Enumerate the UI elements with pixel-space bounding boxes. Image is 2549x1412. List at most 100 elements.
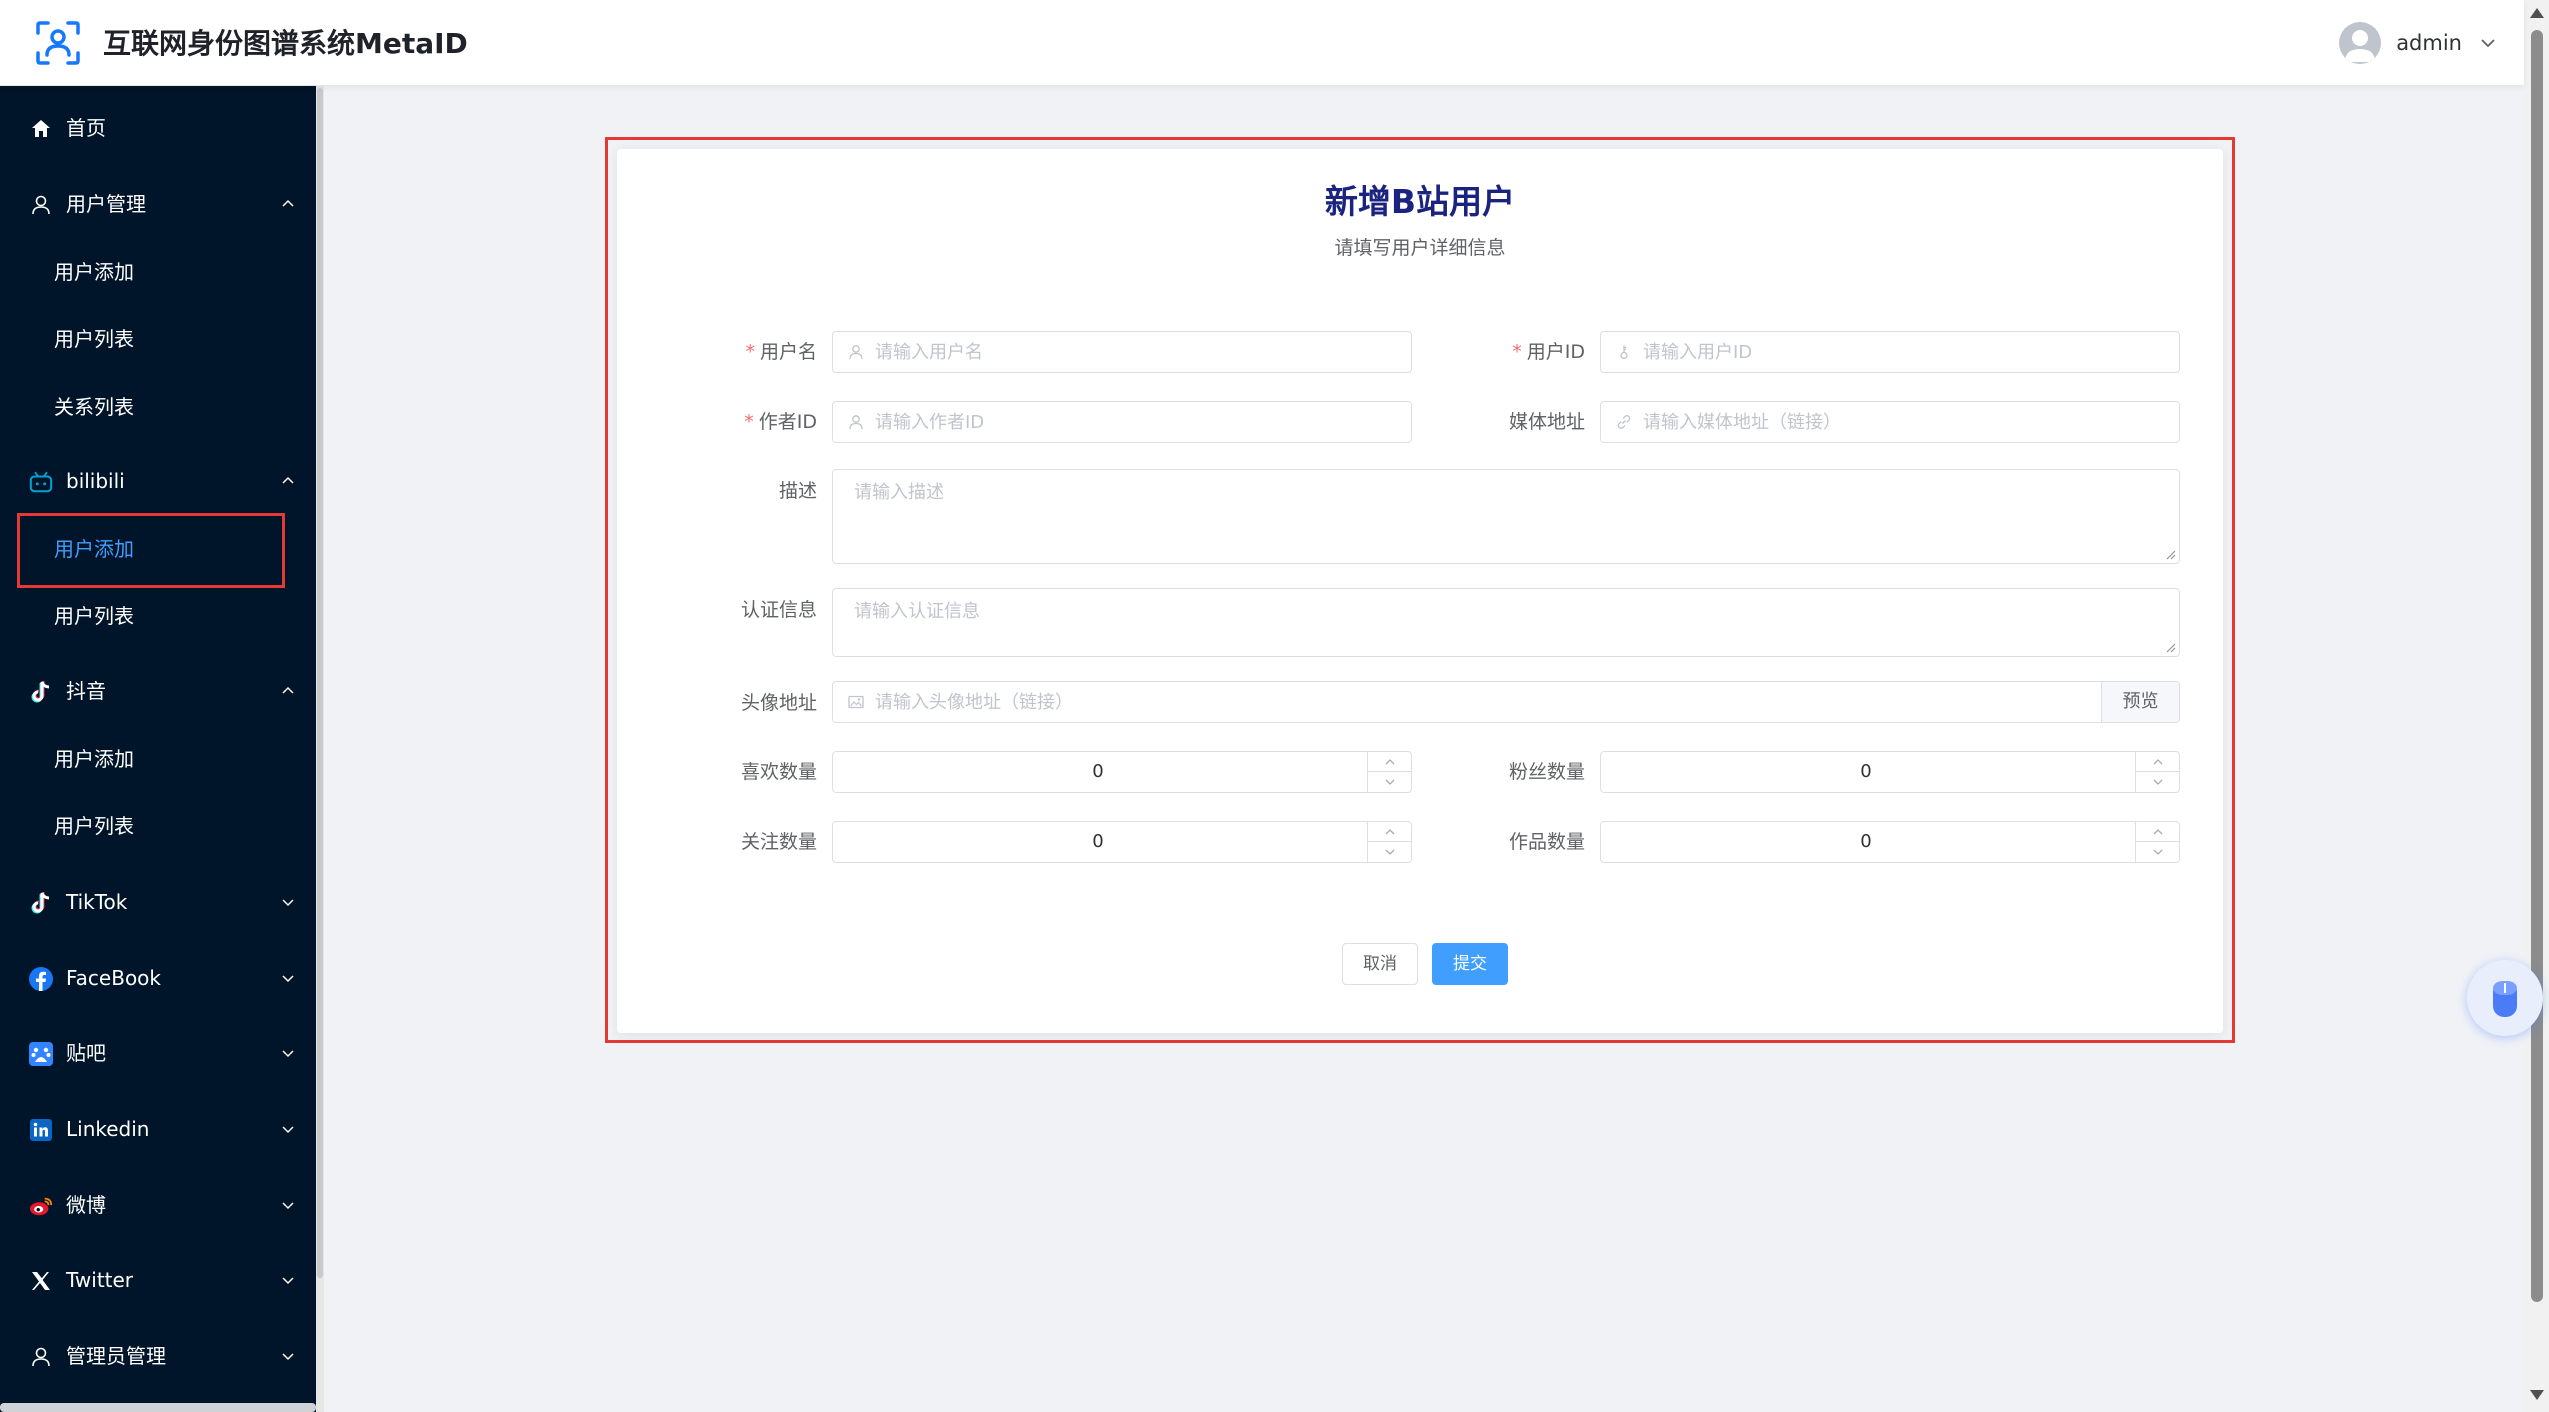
avatar-url-input[interactable]: 预览 (832, 681, 2180, 723)
facebook-icon (29, 967, 53, 991)
preview-button[interactable]: 预览 (2101, 682, 2179, 722)
sidebar-item-twitter[interactable]: Twitter (0, 1250, 316, 1310)
following-number-input[interactable]: 0 (832, 821, 1412, 863)
decrement-chevron-down-icon[interactable] (1368, 772, 1411, 792)
sidebar-item-label: bilibili (66, 469, 125, 493)
fans-number-input[interactable]: 0 (1600, 751, 2180, 793)
avatar-url-label: 头像地址 (740, 692, 817, 714)
user-name[interactable]: admin (2396, 31, 2462, 55)
sidebar-item-user-management[interactable]: 用户管理 (0, 174, 316, 234)
required-asterisk: * (745, 341, 755, 363)
author-id-label: * 作者ID (744, 411, 817, 433)
sidebar-subitem-label: 用户列表 (54, 604, 134, 628)
likes-number-input[interactable]: 0 (832, 751, 1412, 793)
home-icon (29, 117, 53, 141)
link-icon (1615, 413, 1633, 431)
description-textarea[interactable] (832, 469, 2180, 564)
required-asterisk: * (1512, 341, 1522, 363)
sidebar-item-tiktok[interactable]: TikTok (0, 872, 316, 932)
decrement-chevron-down-icon[interactable] (1368, 842, 1411, 862)
following-value[interactable]: 0 (833, 822, 1363, 862)
sidebar-subitem-user-list[interactable]: 用户列表 (0, 309, 316, 369)
sidebar-item-bilibili[interactable]: bilibili (0, 451, 316, 511)
user-id-field[interactable] (1643, 341, 2106, 363)
description-field[interactable] (833, 470, 2179, 563)
decrement-chevron-down-icon[interactable] (2136, 842, 2179, 862)
user-icon (29, 193, 53, 217)
sidebar-subitem-label: 用户添加 (54, 747, 134, 771)
username-input[interactable] (832, 331, 1412, 373)
image-icon (847, 693, 865, 711)
fans-value[interactable]: 0 (1601, 752, 2131, 792)
decrement-chevron-down-icon[interactable] (2136, 772, 2179, 792)
media-url-label: 媒体地址 (1508, 411, 1585, 433)
certification-label: 认证信息 (740, 599, 817, 621)
sidebar-item-label: 首页 (66, 116, 106, 140)
username-field[interactable] (875, 341, 1338, 363)
increment-chevron-up-icon[interactable] (2136, 752, 2179, 772)
resize-grip-icon[interactable] (2166, 643, 2176, 653)
top-header: 互联网身份图谱系统MetaID admin (0, 0, 2524, 86)
sidebar-item-tieba[interactable]: 贴吧 (0, 1023, 316, 1083)
sidebar-item-home[interactable]: 首页 (0, 98, 316, 158)
sidebar-subitem-user-add[interactable]: 用户添加 (0, 242, 316, 302)
works-value[interactable]: 0 (1601, 822, 2131, 862)
likes-stepper[interactable] (1367, 752, 1411, 792)
tiktok-icon (29, 891, 53, 915)
increment-chevron-up-icon[interactable] (1368, 822, 1411, 842)
increment-chevron-up-icon[interactable] (1368, 752, 1411, 772)
sidebar-scrollbar[interactable] (316, 86, 324, 1412)
sidebar-item-douyin[interactable]: 抖音 (0, 661, 316, 721)
sidebar-item-linkedin[interactable]: Linkedin (0, 1099, 316, 1159)
works-stepper[interactable] (2135, 822, 2179, 862)
cancel-button[interactable]: 取消 (1342, 943, 1418, 985)
user-menu[interactable]: admin (2339, 21, 2498, 65)
active-item-highlight (17, 513, 285, 588)
works-number-input[interactable]: 0 (1600, 821, 2180, 863)
sidebar-subitem-relation-list[interactable]: 关系列表 (0, 377, 316, 437)
author-id-field[interactable] (875, 411, 1338, 433)
certification-textarea[interactable] (832, 588, 2180, 657)
face-scan-logo-icon (36, 21, 80, 65)
sidebar-item-label: 用户管理 (66, 192, 146, 216)
required-asterisk: * (744, 411, 754, 433)
sidebar-item-label: 贴吧 (66, 1041, 106, 1065)
sidebar-item-facebook[interactable]: FaceBook (0, 948, 316, 1008)
avatar-url-field[interactable] (875, 691, 1952, 713)
bilibili-icon (29, 470, 53, 494)
page-scrollbar[interactable] (2524, 0, 2549, 1412)
sidebar-item-admin-management[interactable]: 管理员管理 (0, 1326, 316, 1386)
submit-button[interactable]: 提交 (1432, 943, 1508, 985)
user-icon (847, 413, 865, 431)
sidebar: 首页 用户管理 用户添加 用户列表 关系列表 bilibili 用户添加 用户列… (0, 86, 316, 1412)
avatar[interactable] (2339, 22, 2382, 64)
media-url-input[interactable] (1600, 401, 2180, 443)
sidebar-scrollbar-thumb[interactable] (317, 88, 323, 1278)
chevron-down-icon (282, 1277, 294, 1285)
resize-grip-icon[interactable] (2166, 550, 2176, 560)
chevron-down-icon[interactable] (2478, 33, 2498, 53)
scroll-up-arrow-icon[interactable] (2530, 8, 2544, 18)
sidebar-item-label: Linkedin (66, 1117, 150, 1141)
description-label: 描述 (778, 480, 817, 502)
author-id-input[interactable] (832, 401, 1412, 443)
likes-value[interactable]: 0 (833, 752, 1363, 792)
floating-assistant-button[interactable] (2467, 960, 2543, 1036)
sidebar-subitem-bilibili-user-list[interactable]: 用户列表 (0, 586, 316, 646)
sidebar-subitem-douyin-user-list[interactable]: 用户列表 (0, 796, 316, 856)
sidebar-subitem-douyin-user-add[interactable]: 用户添加 (0, 729, 316, 789)
chevron-up-icon (282, 686, 294, 694)
sidebar-item-weibo[interactable]: 微博 (0, 1175, 316, 1235)
sidebar-horizontal-scrollbar[interactable] (0, 1403, 316, 1412)
chevron-down-icon (282, 1202, 294, 1210)
media-url-field[interactable] (1643, 411, 2106, 433)
page-scrollbar-thumb[interactable] (2531, 30, 2543, 1302)
increment-chevron-up-icon[interactable] (2136, 822, 2179, 842)
certification-field[interactable] (833, 589, 2179, 656)
sidebar-item-label: FaceBook (66, 966, 161, 990)
fans-stepper[interactable] (2135, 752, 2179, 792)
user-id-input[interactable] (1600, 331, 2180, 373)
sidebar-subitem-label: 用户添加 (54, 260, 134, 284)
scroll-down-arrow-icon[interactable] (2530, 1390, 2544, 1400)
following-stepper[interactable] (1367, 822, 1411, 862)
